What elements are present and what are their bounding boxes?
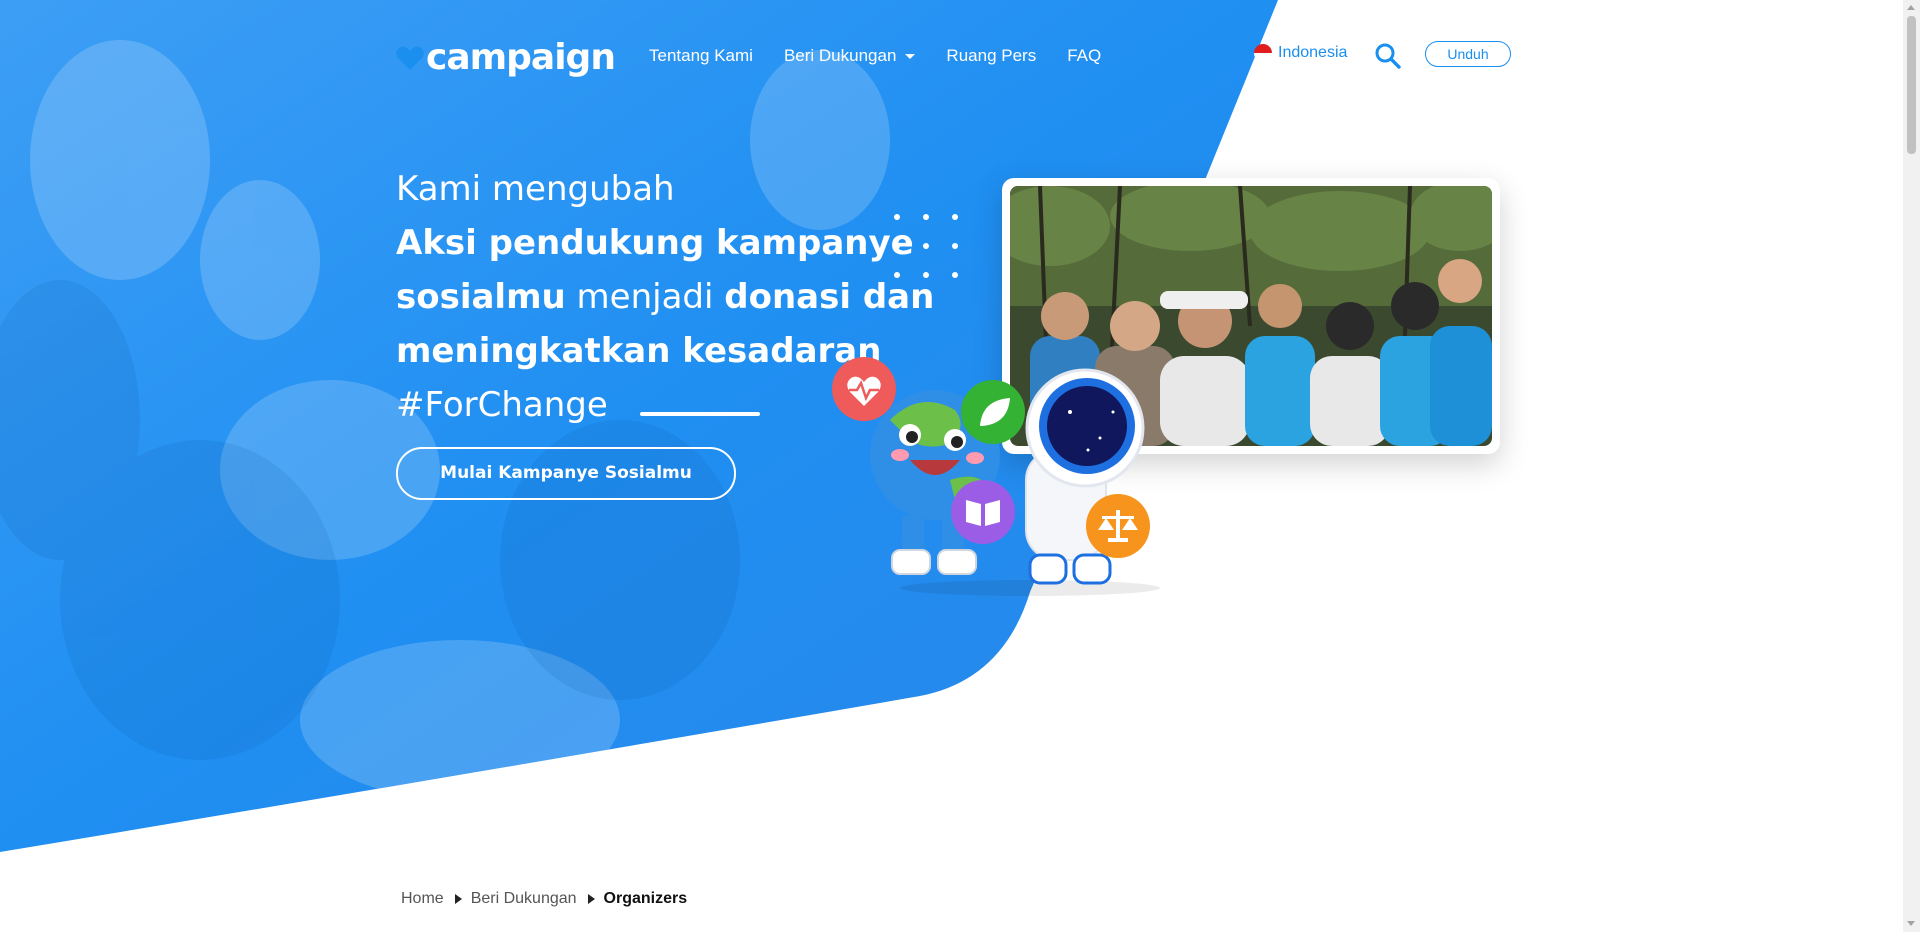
scroll-thumb[interactable]	[1907, 16, 1916, 154]
headline-light-1: menjadi	[576, 277, 714, 317]
brand-name: campaign	[426, 37, 616, 78]
language-label: Indonesia	[1278, 44, 1348, 61]
search-icon[interactable]	[1374, 42, 1402, 70]
language-selector[interactable]: Indonesia	[1254, 44, 1347, 62]
page-scrollbar[interactable]	[1903, 0, 1920, 932]
nav-links: Tentang Kami Beri Dukungan Ruang Pers FA…	[649, 46, 1132, 66]
indonesia-flag-icon	[1254, 44, 1272, 62]
breadcrumb-home[interactable]: Home	[401, 890, 444, 908]
breadcrumb-current: Organizers	[603, 890, 688, 907]
nav-item-label: Beri Dukungan	[783, 46, 897, 65]
nav-item-ruang-pers[interactable]: Ruang Pers	[946, 46, 1036, 66]
nav-item-beri-dukungan[interactable]: Beri Dukungan	[783, 46, 916, 66]
download-button[interactable]: Unduh	[1425, 41, 1511, 67]
nav-item-faq[interactable]: FAQ	[1067, 46, 1101, 66]
breadcrumb: Home Beri Dukungan Organizers	[401, 890, 687, 908]
heart-badge-icon	[832, 357, 896, 421]
caret-down-icon	[905, 53, 916, 59]
breadcrumb-separator-icon	[587, 894, 595, 904]
breadcrumb-separator-icon	[454, 894, 462, 904]
scale-badge-icon	[1086, 494, 1150, 558]
scroll-down-icon[interactable]	[1907, 921, 1915, 926]
headline-line-1: Kami mengubah	[396, 169, 675, 209]
mascot-illustration	[832, 357, 1160, 596]
headline-underline	[640, 412, 760, 416]
dots-decoration	[894, 214, 958, 278]
top-navbar: campaign Tentang Kami Beri Dukungan Ruan…	[396, 30, 1512, 82]
leaf-badge-icon	[961, 380, 1025, 444]
scroll-up-icon[interactable]	[1907, 5, 1915, 10]
book-badge-icon	[951, 480, 1015, 544]
start-campaign-button[interactable]: Mulai Kampanye Sosialmu	[396, 447, 736, 500]
breadcrumb-beri-dukungan[interactable]: Beri Dukungan	[471, 890, 577, 908]
brand-logo[interactable]: campaign	[396, 37, 616, 78]
heart-icon	[396, 46, 424, 70]
nav-item-tentang-kami[interactable]: Tentang Kami	[649, 46, 753, 66]
